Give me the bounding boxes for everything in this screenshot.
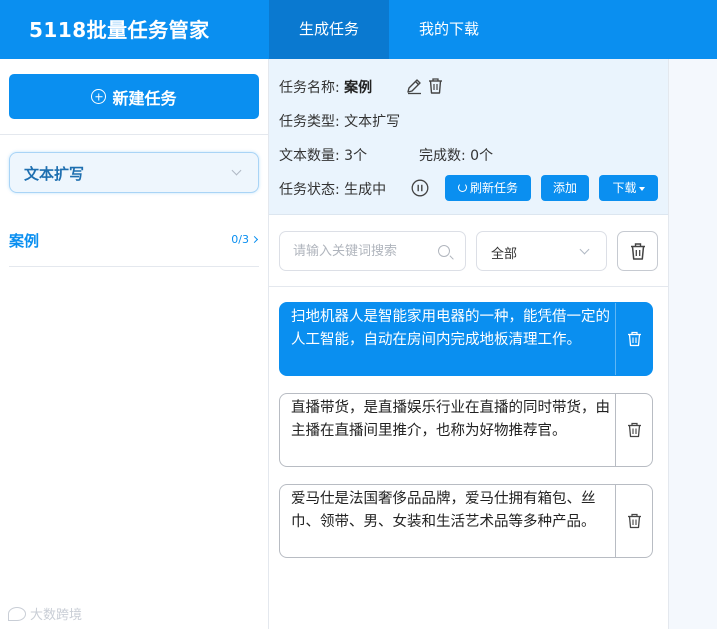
completed-label: 完成数: xyxy=(419,148,466,164)
text-card[interactable]: 爱马仕是法国奢侈品品牌，爱马仕拥有箱包、丝巾、领带、男、女装和生活艺术品等多种产… xyxy=(279,484,653,558)
chevron-down-icon xyxy=(231,165,242,176)
trash-icon[interactable] xyxy=(627,422,642,438)
task-type-label: 任务类型: xyxy=(279,114,340,130)
tab-generate-tasks[interactable]: 生成任务 xyxy=(269,0,389,59)
new-task-button[interactable]: 新建任务 xyxy=(9,74,259,119)
pause-icon[interactable] xyxy=(411,179,429,197)
chevron-right-icon xyxy=(250,235,259,244)
main-panel: 任务名称: 案例 任务类型: 文本扩写 文本数量: 3个 完成数: 0个 任务状… xyxy=(269,59,669,629)
completed-count: 完成数: 0个 xyxy=(419,145,493,165)
task-name-row: 任务名称: 案例 xyxy=(279,77,372,97)
task-type-select-value: 文本扩写 xyxy=(24,165,85,183)
trash-icon[interactable] xyxy=(627,513,642,529)
delete-all-button[interactable] xyxy=(617,231,658,271)
watermark-text: 大数跨境 xyxy=(30,608,83,623)
task-item-progress: 0/3 xyxy=(231,233,249,246)
chevron-down-icon xyxy=(579,244,590,255)
search-icon[interactable] xyxy=(438,245,450,257)
task-type-select[interactable]: 文本扩写 xyxy=(9,152,259,193)
watermark-logo-icon xyxy=(8,606,26,621)
tab-my-downloads[interactable]: 我的下载 xyxy=(389,0,509,59)
text-card[interactable]: 扫地机器人是智能家用电器的一种，能凭借一定的人工智能，自动在房间内完成地板清理工… xyxy=(279,302,653,376)
sidebar-task-item[interactable]: 案例 0/3 xyxy=(9,221,259,267)
text-count-value: 3个 xyxy=(344,148,368,164)
status-filter-value: 全部 xyxy=(491,247,518,262)
text-card[interactable]: 直播带货，是直播娱乐行业在直播的同时带货，由主播在直播间里推介，也称为好物推荐官… xyxy=(279,393,653,467)
new-task-label: 新建任务 xyxy=(112,88,177,108)
app-title: 5118批量任务管家 xyxy=(29,18,210,42)
sidebar-divider xyxy=(0,134,268,135)
caret-down-icon xyxy=(638,186,645,191)
trash-icon[interactable] xyxy=(627,331,642,347)
filter-divider xyxy=(269,286,668,287)
task-info-panel: 任务名称: 案例 任务类型: 文本扩写 文本数量: 3个 完成数: 0个 任务状… xyxy=(269,59,668,215)
task-name-value: 案例 xyxy=(344,80,373,96)
refresh-icon xyxy=(457,183,467,192)
text-card-content: 爱马仕是法国奢侈品品牌，爱马仕拥有箱包、丝巾、领带、男、女装和生活艺术品等多种产… xyxy=(291,491,596,530)
app-header: 5118批量任务管家 生成任务 我的下载 xyxy=(0,0,717,59)
completed-value: 0个 xyxy=(470,148,494,164)
text-card-content: 直播带货，是直播娱乐行业在直播的同时带货，由主播在直播间里推介，也称为好物推荐官… xyxy=(291,400,610,439)
delete-task-icon[interactable] xyxy=(427,77,444,95)
plus-circle-icon xyxy=(91,89,107,104)
text-count-label: 文本数量: xyxy=(279,148,340,164)
trash-icon xyxy=(631,243,645,260)
text-card-content: 扫地机器人是智能家用电器的一种，能凭借一定的人工智能，自动在房间内完成地板清理工… xyxy=(291,309,610,348)
task-type-row: 任务类型: 文本扩写 xyxy=(279,111,400,131)
refresh-task-button[interactable]: 刷新任务 xyxy=(445,175,531,201)
search-box xyxy=(279,231,466,271)
card-divider xyxy=(615,303,616,375)
task-type-value: 文本扩写 xyxy=(344,114,401,130)
refresh-task-label: 刷新任务 xyxy=(469,181,518,195)
task-status-label: 任务状态: xyxy=(279,182,340,198)
edit-icon[interactable] xyxy=(405,77,423,95)
sidebar: 新建任务 文本扩写 案例 0/3 大数跨境 xyxy=(0,59,269,629)
download-label: 下载 xyxy=(612,181,637,195)
task-status-value: 生成中 xyxy=(344,182,387,198)
text-count-row: 文本数量: 3个 xyxy=(279,145,367,165)
right-panel xyxy=(669,59,717,629)
search-input[interactable] xyxy=(293,241,433,261)
add-label: 添加 xyxy=(552,181,577,195)
task-item-name: 案例 xyxy=(9,232,40,250)
download-dropdown-button[interactable]: 下载 xyxy=(599,175,658,201)
watermark: 大数跨境 xyxy=(8,604,82,623)
task-name-label: 任务名称: xyxy=(279,80,340,96)
status-filter-select[interactable]: 全部 xyxy=(476,231,607,271)
task-status-row: 任务状态: 生成中 xyxy=(279,179,386,199)
add-button[interactable]: 添加 xyxy=(541,175,589,201)
card-divider xyxy=(615,394,616,466)
card-divider xyxy=(615,485,616,557)
